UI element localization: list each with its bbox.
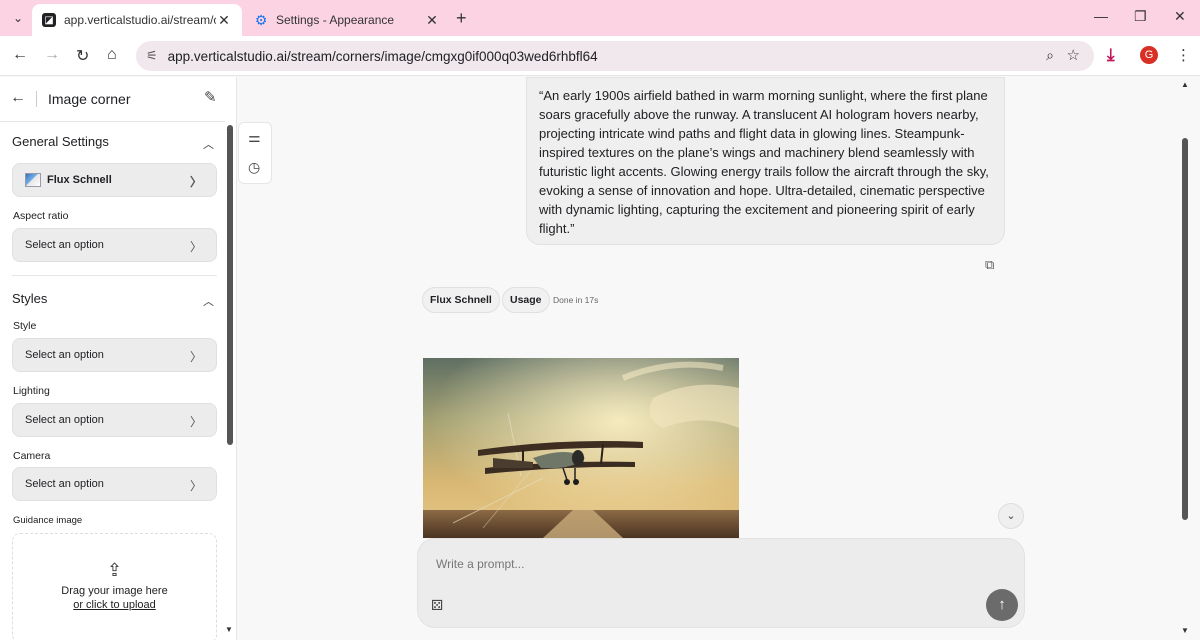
tab-title: Settings - Appearance	[276, 13, 395, 27]
collapse-chevron-up-icon[interactable]: ︿	[203, 136, 214, 152]
model-chip[interactable]: Flux Schnell	[422, 287, 500, 313]
guidance-image-dropzone[interactable]: ⇪ Drag your image here or click to uploa…	[12, 533, 217, 640]
chevron-right-icon: 〉	[189, 479, 202, 493]
generated-image[interactable]	[423, 358, 739, 538]
download-icon[interactable]: ⤓	[1107, 45, 1115, 65]
divider	[0, 121, 225, 122]
click-to-upload-link[interactable]: or click to upload	[13, 599, 216, 611]
prompt-placeholder[interactable]: Write a prompt...	[436, 557, 524, 571]
user-prompt-bubble: “An early 1900s airfield bathed in warm …	[526, 77, 1005, 245]
usage-chip[interactable]: Usage	[502, 287, 550, 313]
restore-icon[interactable]: ❐	[1134, 8, 1147, 25]
minimize-icon[interactable]: —	[1094, 8, 1108, 24]
chevron-right-icon: 〉	[189, 240, 202, 254]
camera-select[interactable]: Select an option 〉	[12, 467, 217, 501]
browser-menu-icon[interactable]: ⋮	[1176, 46, 1191, 64]
copy-icon[interactable]: ⧉	[985, 257, 994, 273]
header-divider	[36, 91, 37, 107]
random-prompt-icon[interactable]: ⚄	[431, 597, 443, 614]
upload-icon: ⇪	[106, 560, 123, 580]
main-scrollbar[interactable]	[1182, 138, 1188, 520]
scroll-up-arrow-icon[interactable]: ▲	[1181, 80, 1189, 89]
send-button[interactable]: ↑	[986, 589, 1018, 621]
style-label: Style	[13, 320, 37, 332]
browser-toolbar: ← → ↻ ⌂ ⚟ app.verticalstudio.ai/stream/c…	[0, 36, 1200, 76]
scroll-to-bottom-button[interactable]: ⌄	[998, 503, 1024, 529]
reload-icon[interactable]: ↻	[76, 46, 89, 66]
url-text: app.verticalstudio.ai/stream/corners/ima…	[167, 48, 598, 64]
lighting-select[interactable]: Select an option 〉	[12, 403, 217, 437]
site-info-icon[interactable]: ⚟	[146, 48, 158, 64]
collapse-chevron-up-icon[interactable]: ︿	[203, 293, 214, 309]
close-tab-icon[interactable]: ✕	[216, 12, 232, 29]
biplane-illustration	[423, 358, 739, 538]
aspect-ratio-value: Select an option	[25, 239, 104, 251]
back-arrow-icon[interactable]: ←	[10, 89, 26, 107]
tab-verticalstudio[interactable]: ◪ app.verticalstudio.ai/stream/cor ✕	[32, 4, 242, 36]
close-window-icon[interactable]: ✕	[1174, 8, 1186, 25]
model-thumbnail	[25, 173, 41, 187]
tool-rail: ⚌ ◷	[238, 122, 272, 184]
zoom-icon[interactable]: ⌕	[1046, 47, 1054, 64]
divider	[12, 275, 217, 276]
tab-search-icon[interactable]: ⌄	[8, 8, 28, 28]
sidebar-scrollbar[interactable]	[227, 125, 233, 445]
verticalstudio-favicon-icon: ◪	[42, 13, 56, 27]
settings-sidebar: ← Image corner ✎ General Settings ︿ Flux…	[0, 77, 237, 640]
guidance-image-label: Guidance image	[13, 515, 83, 526]
style-value: Select an option	[25, 349, 104, 361]
general-settings-heading[interactable]: General Settings	[12, 134, 109, 149]
profile-avatar[interactable]: G	[1140, 46, 1158, 64]
generation-status: Done in 17s	[553, 295, 599, 305]
chevron-right-icon: 〉	[189, 175, 202, 189]
sidebar-title: Image corner	[48, 91, 131, 107]
camera-label: Camera	[13, 450, 51, 462]
home-icon[interactable]: ⌂	[107, 46, 117, 64]
new-chat-edit-icon[interactable]: ✎	[204, 88, 217, 106]
bookmark-star-icon[interactable]: ☆	[1067, 46, 1080, 64]
lighting-value: Select an option	[25, 414, 104, 426]
scroll-down-arrow-icon[interactable]: ▼	[1181, 626, 1189, 635]
prompt-composer[interactable]: Write a prompt... ⚄ ↑	[417, 538, 1025, 628]
chevron-right-icon: 〉	[189, 350, 202, 364]
aspect-ratio-select[interactable]: Select an option 〉	[12, 228, 217, 262]
drag-text: Drag your image here	[61, 585, 168, 597]
tab-title: app.verticalstudio.ai/stream/cor	[64, 13, 216, 27]
lighting-label: Lighting	[13, 385, 50, 397]
model-select[interactable]: Flux Schnell 〉	[12, 163, 217, 197]
forward-arrow-icon[interactable]: →	[44, 46, 60, 64]
browser-tab-bar: ⌄ ◪ app.verticalstudio.ai/stream/cor ✕ ⚙…	[0, 0, 1200, 36]
address-bar[interactable]: ⚟ app.verticalstudio.ai/stream/corners/i…	[136, 41, 1094, 71]
aspect-ratio-label: Aspect ratio	[13, 210, 69, 222]
tab-settings[interactable]: ⚙ Settings - Appearance ✕	[244, 4, 450, 36]
camera-value: Select an option	[25, 478, 104, 490]
style-select[interactable]: Select an option 〉	[12, 338, 217, 372]
settings-gear-icon: ⚙	[254, 11, 268, 28]
back-arrow-icon[interactable]: ←	[12, 46, 28, 64]
chevron-right-icon: 〉	[189, 415, 202, 429]
history-icon[interactable]: ◷	[248, 159, 260, 176]
sidebar-header: ← Image corner ✎	[0, 77, 236, 121]
scroll-down-arrow-icon[interactable]: ▼	[225, 625, 233, 634]
close-tab-icon[interactable]: ✕	[424, 12, 440, 29]
model-name: Flux Schnell	[47, 174, 112, 186]
new-tab-icon[interactable]: +	[456, 8, 467, 29]
styles-heading[interactable]: Styles	[12, 291, 47, 306]
settings-sliders-icon[interactable]: ⚌	[248, 129, 261, 146]
